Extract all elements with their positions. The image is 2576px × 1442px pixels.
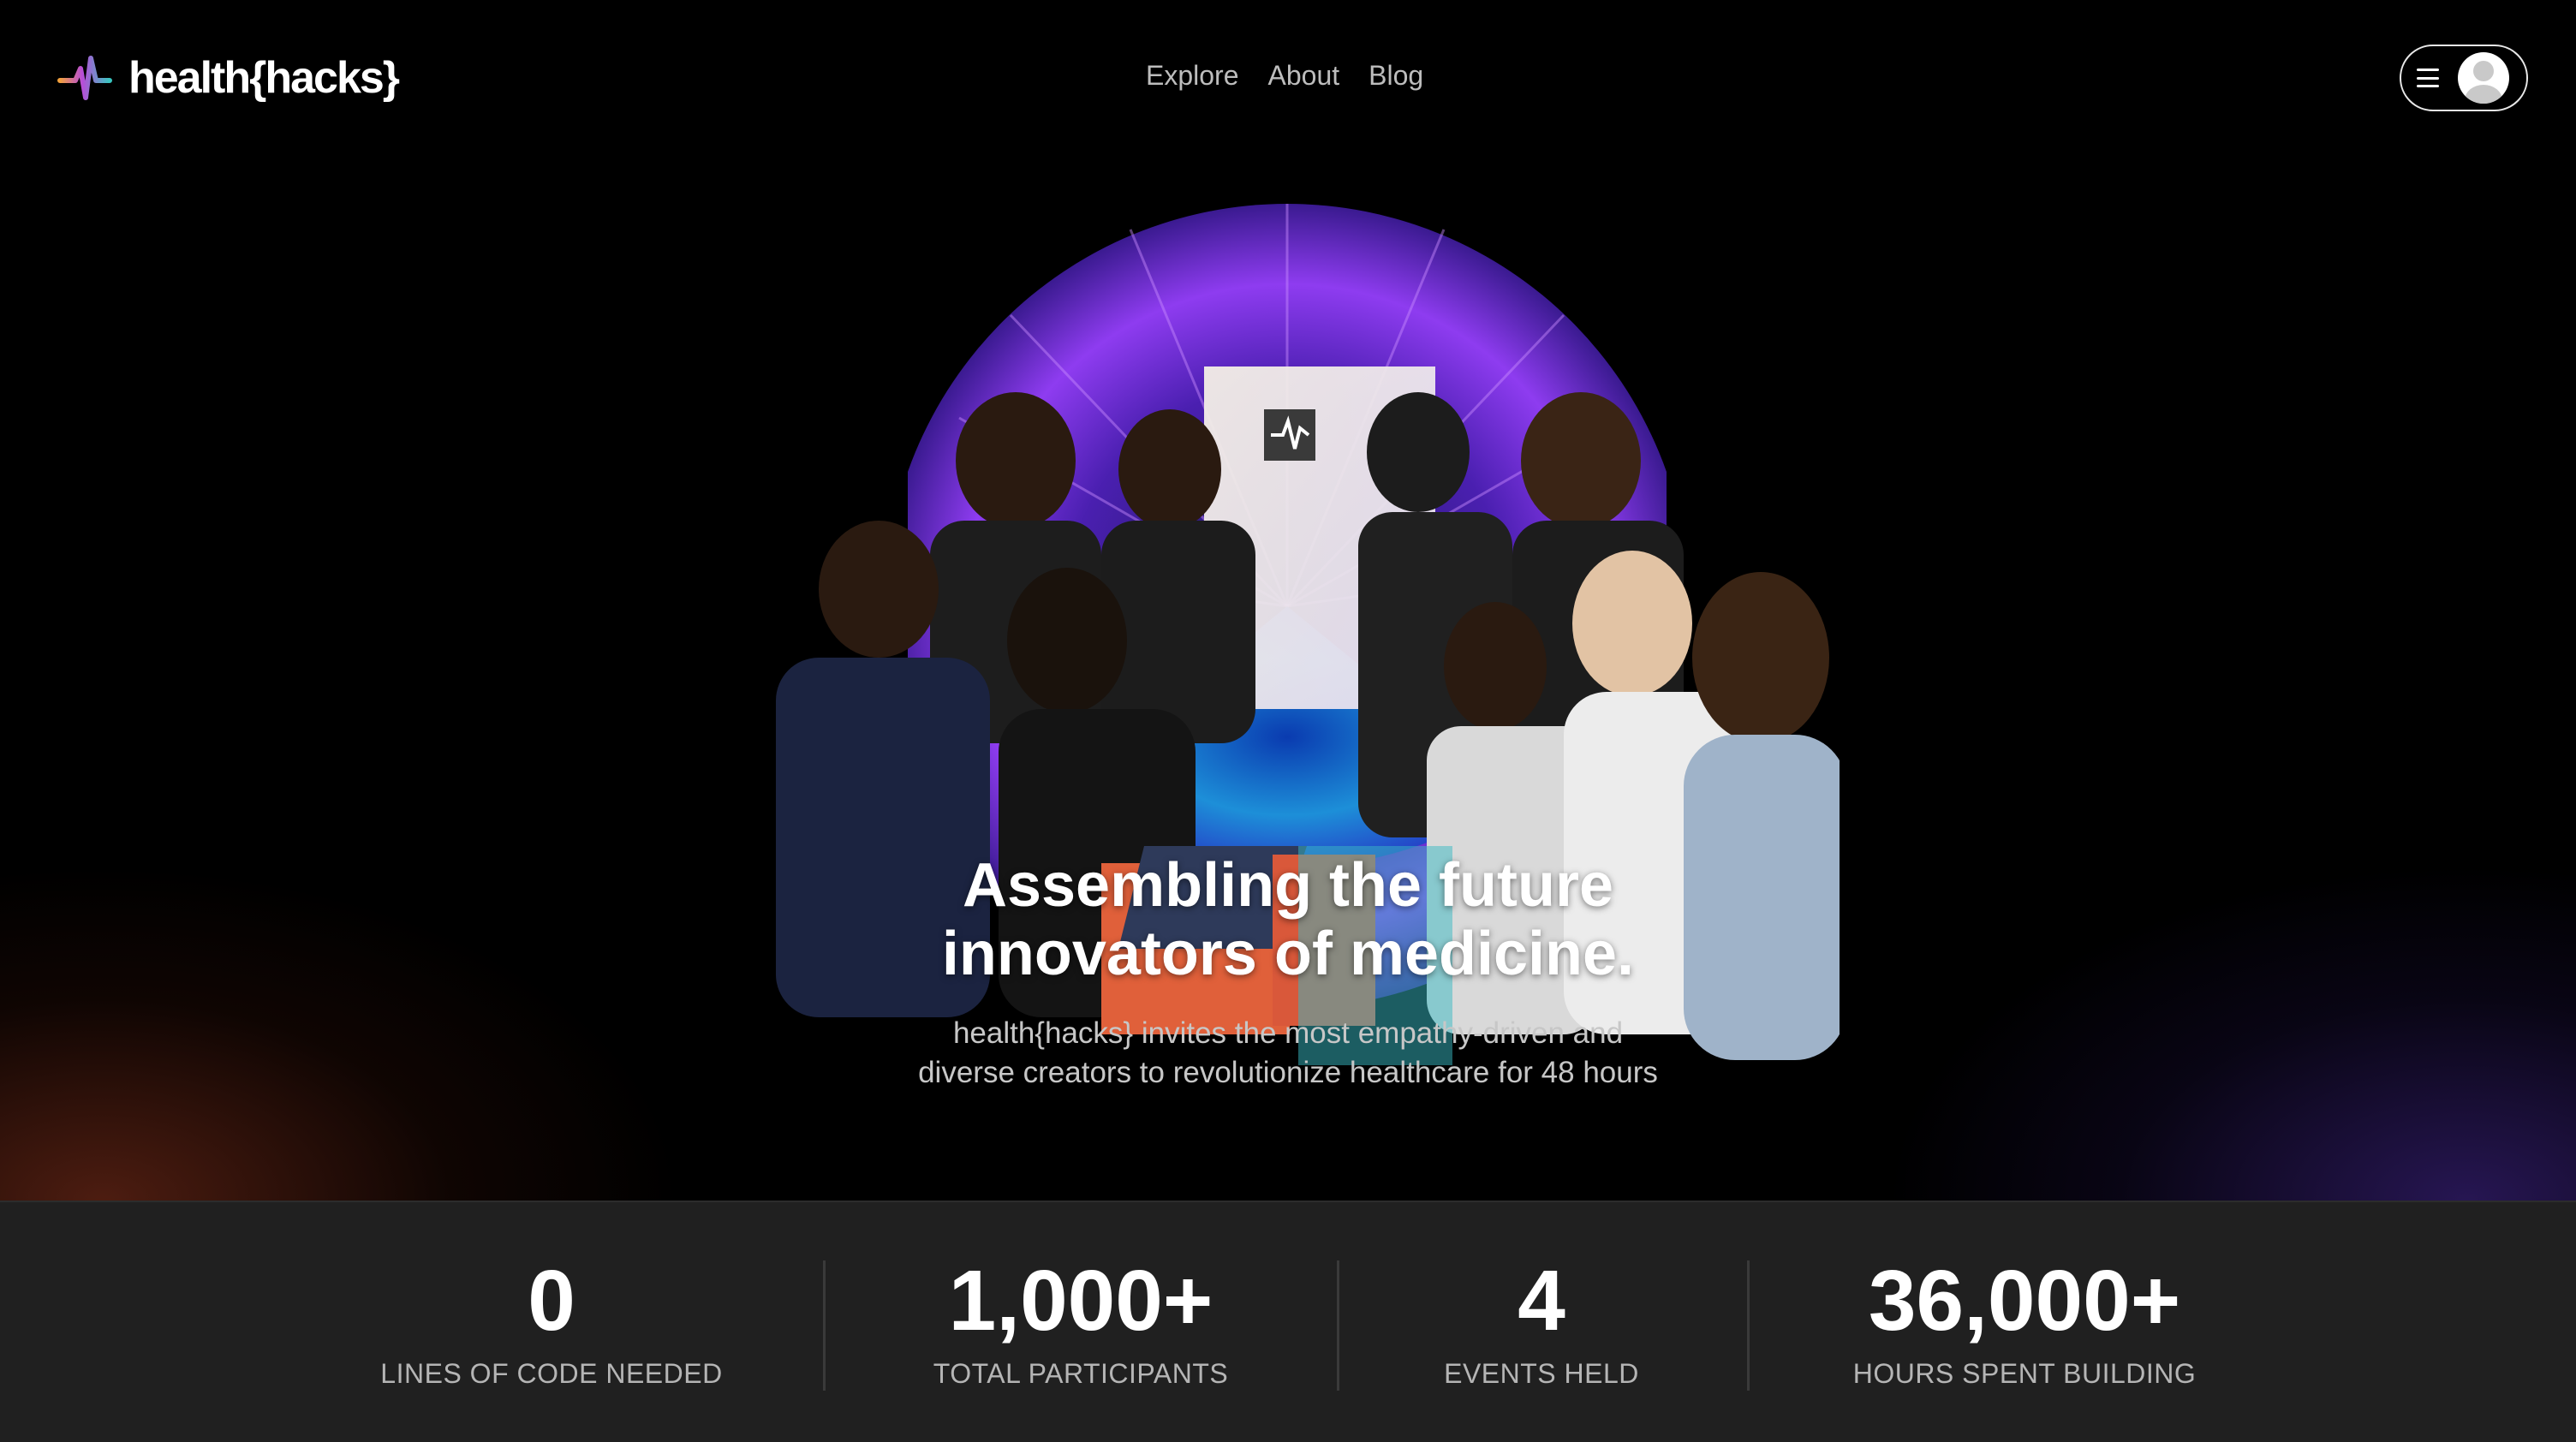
stat-label: EVENTS HELD: [1444, 1358, 1639, 1389]
nav-explore[interactable]: Explore: [1146, 60, 1239, 92]
headline-line-1: Assembling the future: [962, 851, 1614, 920]
stat-hours-building: 36,000+ HOURS SPENT BUILDING: [1816, 1202, 2233, 1442]
main-nav: Explore About Blog: [1146, 60, 1423, 92]
heartbeat-logo-icon: [57, 56, 112, 100]
stat-label: TOTAL PARTICIPANTS: [933, 1358, 1229, 1389]
stat-value: 1,000+: [948, 1253, 1213, 1349]
headline-line-2: innovators of medicine.: [941, 920, 1635, 988]
subhead-line-1: health{hacks} invites the most empathy-d…: [952, 1016, 1624, 1050]
hero-headline: Assembling the future innovators of medi…: [774, 851, 1802, 988]
stat-label: LINES OF CODE NEEDED: [380, 1358, 723, 1389]
subhead-line-2: diverse creators to revolutionize health…: [918, 1056, 1658, 1089]
stat-value: 36,000+: [1868, 1253, 2181, 1349]
stat-events-held: 4 EVENTS HELD: [1370, 1202, 1713, 1442]
stats-divider: [823, 1260, 826, 1391]
stats-divider: [1747, 1260, 1750, 1391]
stat-value: 0: [528, 1253, 575, 1349]
stats-bar: 0 LINES OF CODE NEEDED 1,000+ TOTAL PART…: [0, 1201, 2576, 1442]
hero-section: health{hacks} Explore About Blog Assembl…: [0, 0, 2576, 1201]
site-header: health{hacks} Explore About Blog: [0, 0, 2576, 158]
user-menu-button[interactable]: [2400, 45, 2528, 111]
stats-divider: [1337, 1260, 1339, 1391]
user-avatar-icon: [2458, 52, 2509, 104]
hamburger-icon: [2417, 69, 2439, 87]
nav-about[interactable]: About: [1268, 60, 1340, 92]
logo-link[interactable]: health{hacks}: [57, 50, 400, 106]
logo-text: health{hacks}: [128, 53, 400, 103]
stat-total-participants: 1,000+ TOTAL PARTICIPANTS: [891, 1202, 1271, 1442]
stat-value: 4: [1518, 1253, 1565, 1349]
stat-label: HOURS SPENT BUILDING: [1852, 1358, 2197, 1389]
stat-lines-of-code: 0 LINES OF CODE NEEDED: [355, 1202, 748, 1442]
nav-blog[interactable]: Blog: [1368, 60, 1423, 92]
hero-subhead: health{hacks} invites the most empathy-d…: [774, 1014, 1802, 1093]
